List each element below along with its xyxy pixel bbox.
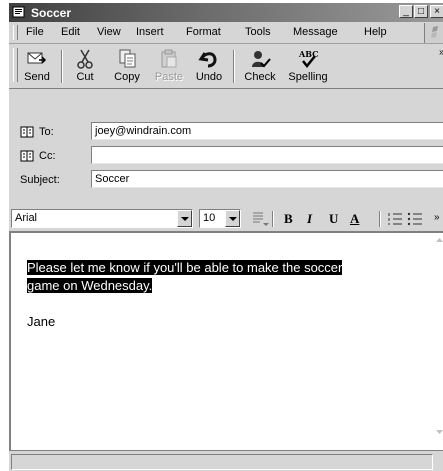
menu-tools[interactable]: Tools [245,26,271,38]
format-separator [272,211,274,227]
to-label-button[interactable]: To: [20,126,54,138]
undo-icon [198,52,217,68]
font-select[interactable]: Arial [11,209,193,228]
status-bar [9,450,443,471]
subject-field[interactable]: Soccer [91,170,443,188]
font-size-value: 10 [203,212,216,224]
toolbar-more-icon[interactable]: » [439,47,443,58]
check-label: Check [244,71,276,83]
menu-message[interactable]: Message [293,26,338,38]
cc-label: Cc: [39,150,56,162]
scroll-down-icon[interactable] [435,427,443,437]
copy-icon [119,49,136,68]
scroll-up-icon[interactable] [435,235,443,245]
cc-label-button[interactable]: Cc: [20,150,56,162]
menu-help[interactable]: Help [364,26,387,38]
menu-file[interactable]: File [26,26,44,38]
copy-label: Copy [114,71,140,83]
undo-button[interactable]: Undo [191,47,227,87]
bulleted-list-icon[interactable] [407,212,423,226]
menu-insert[interactable]: Insert [136,26,164,38]
undo-label: Undo [195,71,223,83]
minimize-button[interactable]: _ [399,5,413,18]
spelling-button[interactable]: ABC Spelling [283,47,333,87]
font-color-button[interactable]: A [350,211,359,227]
formatting-bar: Arial 10 B I U A » [9,207,443,229]
signature: Jane [27,314,56,329]
send-button[interactable]: Send [19,47,55,87]
paragraph-style-icon[interactable] [251,211,269,227]
cut-button[interactable]: Cut [67,47,103,87]
svg-text:ABC: ABC [298,49,318,59]
selected-text-line-1: Please let me know if you'll be able to … [27,260,343,275]
chevron-down-icon[interactable] [177,210,192,227]
selected-text-line-2: game on Wednesday. [27,278,153,293]
menu-view[interactable]: View [97,26,121,38]
menu-edit[interactable]: Edit [61,26,80,38]
status-panel [11,454,433,470]
toolbar: Send Cut Copy Paste Undo Check ABC Spell… [9,44,443,89]
cut-label: Cut [76,71,94,83]
menu-bar: File Edit View Insert Format Tools Messa… [9,22,443,44]
toolbar-separator [61,50,63,83]
spelling-label: Spelling [288,71,328,83]
address-book-icon [20,150,34,162]
compose-window: Soccer _ □ × File Edit View Insert Forma… [8,2,443,471]
maximize-button[interactable]: □ [414,5,428,18]
close-button[interactable]: × [430,5,443,18]
cc-field[interactable] [91,146,443,164]
format-more-icon[interactable]: » [434,212,440,223]
to-label: To: [39,126,54,138]
check-names-icon [252,51,271,68]
windows-logo-icon [424,23,443,43]
toolbar-separator [233,50,235,83]
underline-button[interactable]: U [329,211,338,227]
send-icon [27,52,47,64]
numbered-list-icon[interactable] [387,212,403,226]
scissors-icon [77,49,93,69]
chevron-down-icon[interactable] [225,210,240,227]
address-book-icon [20,126,34,138]
font-value: Arial [15,212,38,224]
clipboard-icon [161,49,177,68]
toolbar-grip[interactable] [13,48,18,82]
spellcheck-icon: ABC [298,49,318,69]
message-text[interactable]: Please let me know if you'll be able to … [27,259,407,331]
message-icon [12,6,25,18]
title-bar[interactable]: Soccer _ □ × [9,3,443,22]
format-separator [379,211,381,227]
subject-label: Subject: [20,174,60,186]
font-size-select[interactable]: 10 [199,209,241,228]
message-body[interactable]: Please let me know if you'll be able to … [9,231,443,450]
to-field[interactable]: joey@windrain.com [91,122,443,140]
window-title: Soccer [31,6,72,20]
copy-button[interactable]: Copy [107,47,147,87]
check-names-button[interactable]: Check [240,47,280,87]
paste-label: Paste [154,71,184,83]
paste-button: Paste [151,47,187,87]
send-label: Send [24,71,50,83]
menu-format[interactable]: Format [186,26,221,38]
menu-grip[interactable] [13,25,18,40]
italic-button[interactable]: I [307,211,312,227]
bold-button[interactable]: B [284,211,293,227]
